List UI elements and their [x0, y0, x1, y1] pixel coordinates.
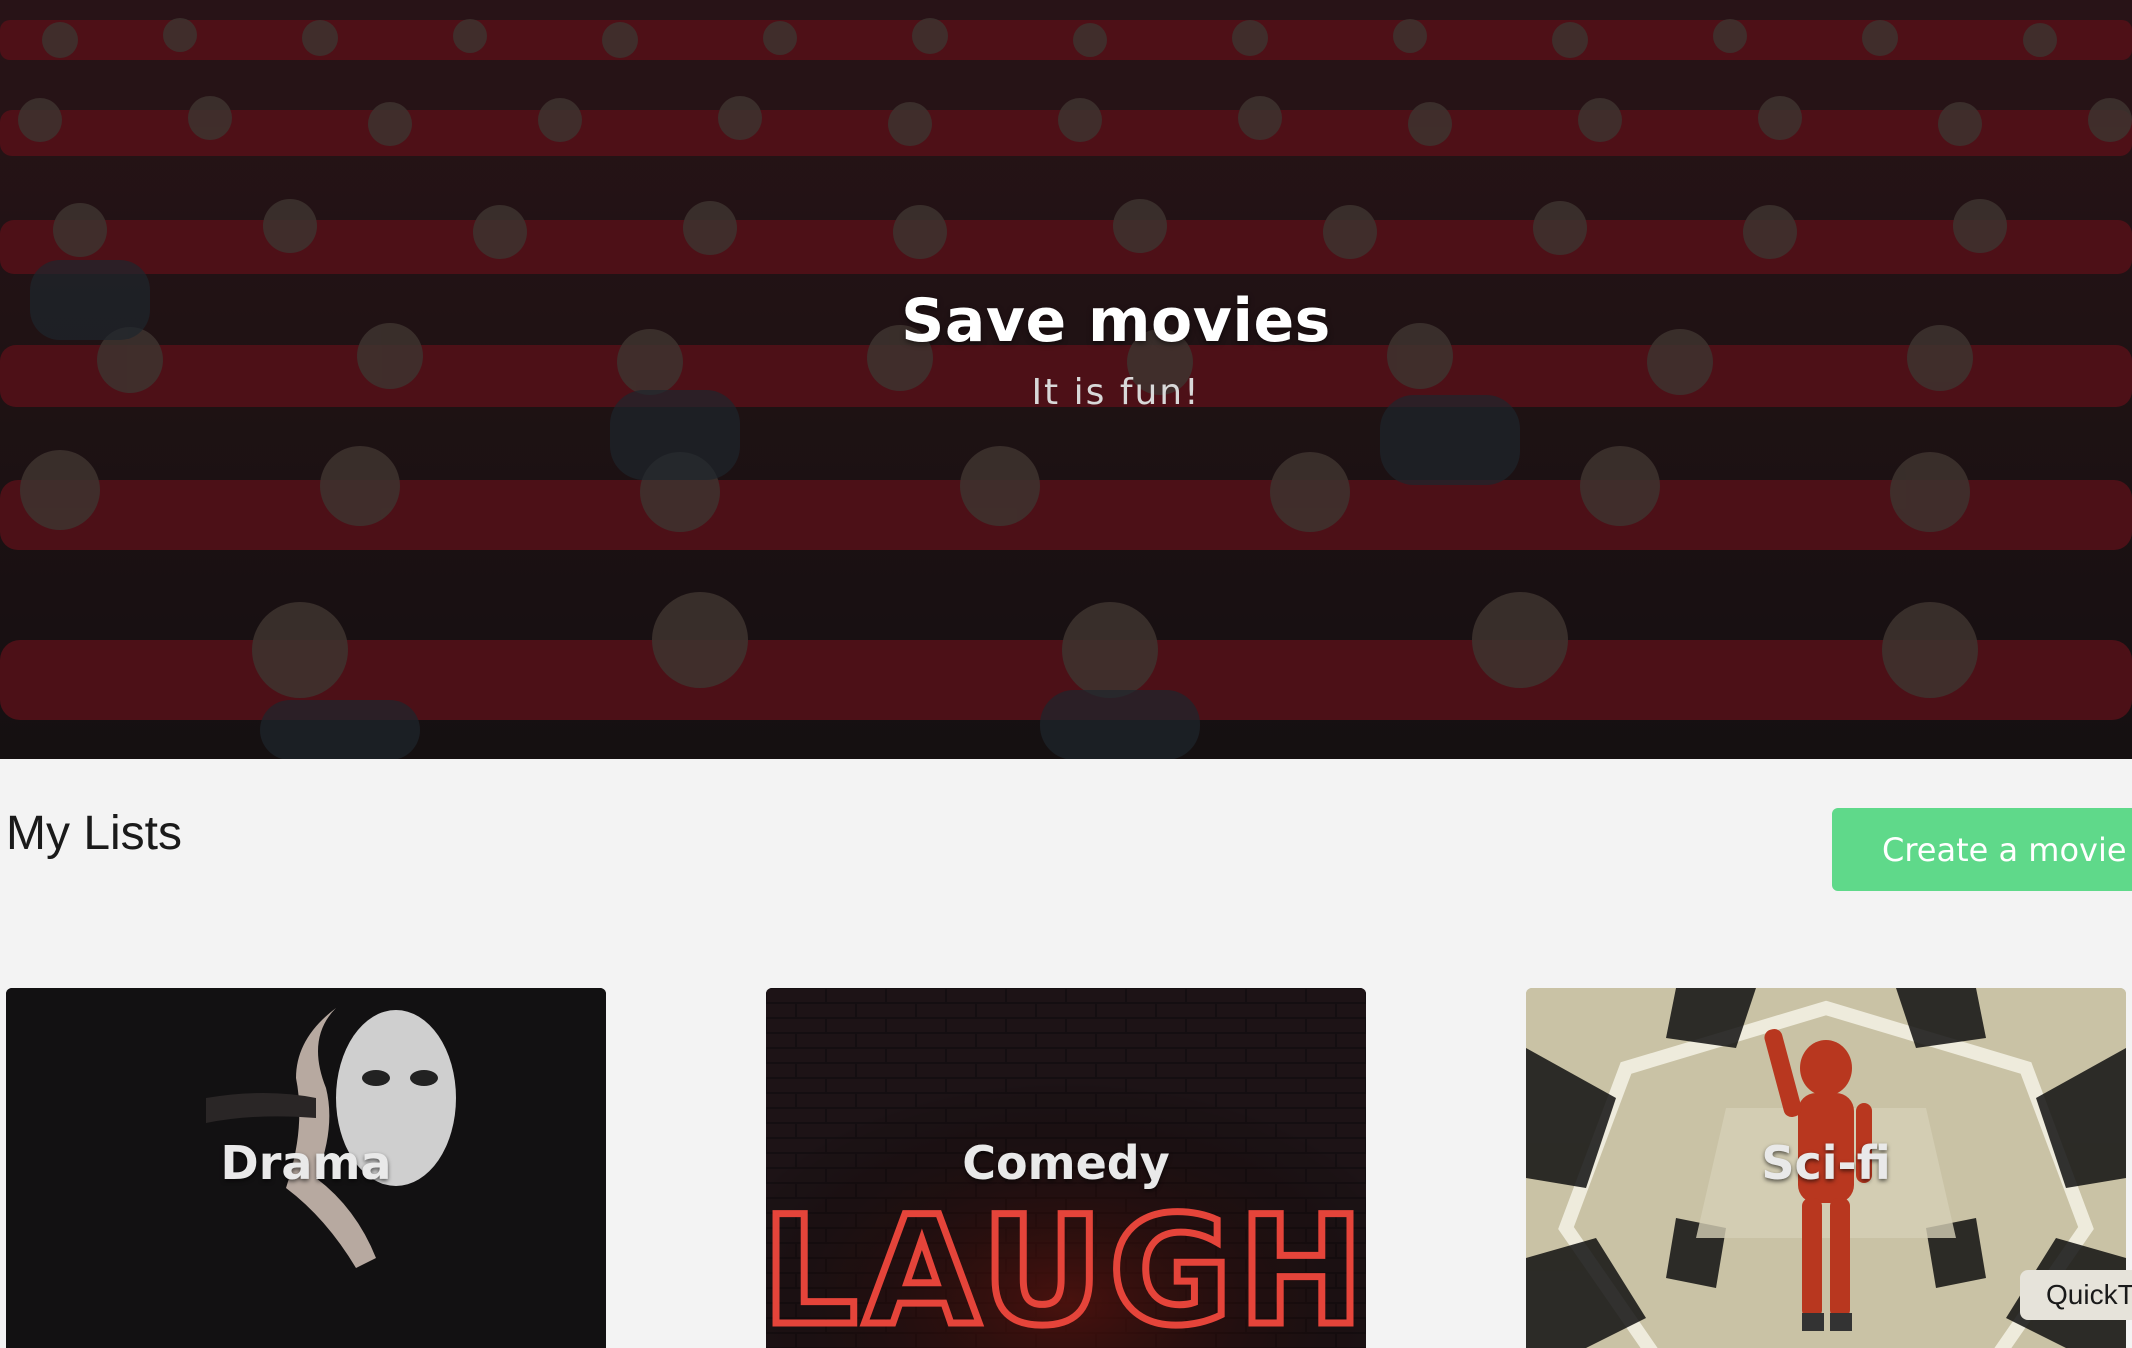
laugh-sign-text: LAUGH [766, 1185, 1366, 1348]
card-label-scifi: Sci-fi [1761, 1136, 1891, 1190]
create-movie-list-button[interactable]: Create a movie list [1832, 808, 2132, 891]
page: Save movies It is fun! My Lists Create a… [0, 0, 2132, 1348]
list-card-comedy[interactable]: LAUGH Comedy [766, 988, 1366, 1348]
hero-title: Save movies [901, 286, 1331, 356]
quicktime-badge[interactable]: QuickTime [2020, 1270, 2132, 1320]
card-label-comedy: Comedy [962, 1136, 1170, 1190]
card-label-drama: Drama [220, 1136, 392, 1190]
my-lists-heading: My Lists [6, 807, 183, 860]
list-card-drama[interactable]: Drama [6, 988, 606, 1348]
hero-banner: Save movies It is fun! [0, 0, 2132, 759]
hero-subtitle: It is fun! [1031, 372, 1201, 413]
